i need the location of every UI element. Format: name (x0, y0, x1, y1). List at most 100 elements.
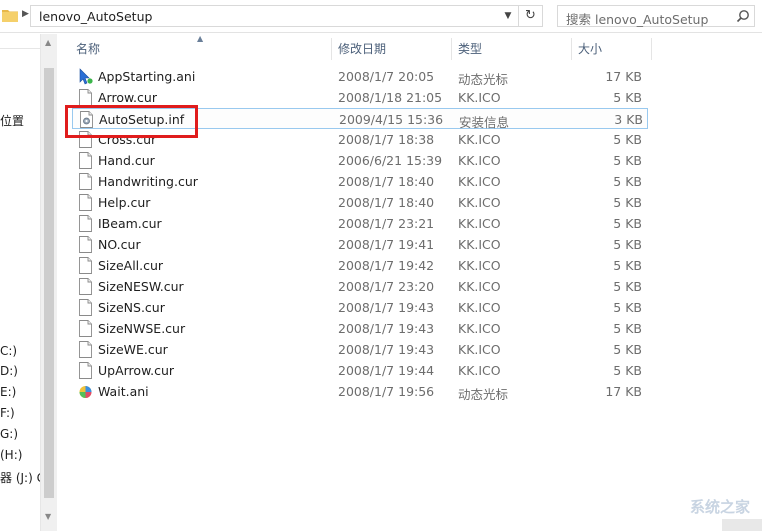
file-type: 动态光标 (458, 72, 509, 87)
navigation-pane: 位置 C:) D:) E:) F:) G:) (H:) 器 (J:) G (0, 34, 44, 531)
file-row[interactable]: NO.cur 2008/1/7 19:41 KK.ICO 5 KB (72, 234, 648, 255)
address-path: lenovo_AutoSetup (39, 9, 153, 24)
file-type: KK.ICO (458, 279, 501, 294)
file-type: KK.ICO (458, 300, 501, 315)
search-placeholder: 搜索 lenovo_AutoSetup (566, 12, 709, 27)
file-type: KK.ICO (458, 153, 501, 168)
file-name: Wait.ani (98, 384, 149, 399)
nav-item-drive-e[interactable]: E:) (0, 385, 16, 399)
file-icon (78, 215, 93, 232)
file-icon (78, 152, 93, 169)
column-header-name[interactable]: 名称 (70, 38, 332, 60)
scroll-down-icon[interactable]: ▼ (45, 512, 51, 521)
file-row[interactable]: SizeWE.cur 2008/1/7 19:43 KK.ICO 5 KB (72, 339, 648, 360)
scroll-up-icon[interactable]: ▲ (45, 38, 51, 47)
file-size: 5 KB (613, 237, 642, 252)
address-history-dropdown[interactable]: ▼ (496, 5, 520, 27)
animated-cursor-icon (78, 68, 93, 85)
nav-scroll-thumb[interactable] (44, 68, 54, 498)
file-type: KK.ICO (458, 174, 501, 189)
file-type: KK.ICO (458, 132, 501, 147)
file-modified-date: 2008/1/7 20:05 (338, 69, 435, 84)
file-size: 17 KB (605, 69, 642, 84)
file-name: IBeam.cur (98, 216, 162, 231)
file-modified-date: 2008/1/7 23:21 (338, 216, 435, 231)
file-type: KK.ICO (458, 195, 501, 210)
file-size: 5 KB (613, 132, 642, 147)
search-input[interactable]: 搜索 lenovo_AutoSetup (557, 5, 755, 27)
file-size: 5 KB (613, 363, 642, 378)
file-row[interactable]: SizeNS.cur 2008/1/7 19:43 KK.ICO 5 KB (72, 297, 648, 318)
column-header-type[interactable]: 类型 (452, 38, 572, 60)
file-icon (78, 257, 93, 274)
nav-divider (0, 48, 40, 49)
file-name: UpArrow.cur (98, 363, 175, 378)
file-row[interactable]: Help.cur 2008/1/7 18:40 KK.ICO 5 KB (72, 192, 648, 213)
file-row[interactable]: UpArrow.cur 2008/1/7 19:44 KK.ICO 5 KB (72, 360, 648, 381)
nav-item-drive-h[interactable]: (H:) (0, 448, 22, 462)
animated-wait-icon (78, 383, 93, 400)
chevron-down-icon: ▼ (504, 11, 512, 21)
file-type: 动态光标 (458, 387, 509, 402)
file-icon (78, 89, 93, 106)
folder-icon (2, 10, 18, 22)
file-size: 5 KB (613, 258, 642, 273)
file-modified-date: 2008/1/7 19:43 (338, 321, 435, 336)
file-name: Handwriting.cur (98, 174, 198, 189)
file-name: NO.cur (98, 237, 141, 252)
file-size: 5 KB (613, 279, 642, 294)
file-modified-date: 2008/1/7 23:20 (338, 279, 435, 294)
file-row[interactable]: IBeam.cur 2008/1/7 23:21 KK.ICO 5 KB (72, 213, 648, 234)
file-row[interactable]: Wait.ani 2008/1/7 19:56 动态光标 17 KB (72, 381, 648, 402)
file-row[interactable]: Hand.cur 2006/6/21 15:39 KK.ICO 5 KB (72, 150, 648, 171)
file-modified-date: 2008/1/7 18:40 (338, 195, 435, 210)
file-size: 5 KB (613, 174, 642, 189)
file-row[interactable]: SizeAll.cur 2008/1/7 19:42 KK.ICO 5 KB (72, 255, 648, 276)
refresh-icon: ↻ (525, 8, 536, 23)
file-icon (78, 278, 93, 295)
file-modified-date: 2006/6/21 15:39 (338, 153, 443, 168)
file-icon (78, 299, 93, 316)
nav-item-drive-d[interactable]: D:) (0, 364, 18, 378)
nav-item-drive-g[interactable]: G:) (0, 427, 18, 441)
file-icon (78, 362, 93, 379)
column-header-date[interactable]: 修改日期 (332, 38, 452, 60)
file-icon (78, 173, 93, 190)
scroll-corner (722, 519, 762, 531)
file-size: 5 KB (613, 216, 642, 231)
chevron-right-icon[interactable]: ▶ (22, 9, 29, 19)
file-size: 3 KB (614, 112, 643, 127)
file-name: Arrow.cur (98, 90, 157, 105)
file-modified-date: 2008/1/18 21:05 (338, 90, 443, 105)
file-name: AppStarting.ani (98, 69, 196, 84)
file-type: KK.ICO (458, 258, 501, 273)
file-modified-date: 2008/1/7 18:40 (338, 174, 435, 189)
address-field[interactable]: lenovo_AutoSetup (30, 5, 517, 27)
column-headers: ▲ 名称 修改日期 类型 大小 (58, 34, 762, 60)
file-modified-date: 2008/1/7 19:41 (338, 237, 435, 252)
nav-item-drive-c[interactable]: C:) (0, 344, 17, 358)
file-modified-date: 2008/1/7 19:42 (338, 258, 435, 273)
search-icon[interactable] (736, 9, 750, 23)
file-modified-date: 2008/1/7 19:44 (338, 363, 435, 378)
file-size: 5 KB (613, 195, 642, 210)
file-icon (78, 320, 93, 337)
file-row[interactable]: SizeNESW.cur 2008/1/7 23:20 KK.ICO 5 KB (72, 276, 648, 297)
file-modified-date: 2008/1/7 18:38 (338, 132, 435, 147)
file-modified-date: 2009/4/15 15:36 (339, 112, 444, 127)
nav-scrollbar[interactable]: ▲ ▼ (40, 34, 57, 531)
file-row[interactable]: Handwriting.cur 2008/1/7 18:40 KK.ICO 5 KB (72, 171, 648, 192)
file-icon (78, 236, 93, 253)
file-type: KK.ICO (458, 216, 501, 231)
nav-item-drive-f[interactable]: F:) (0, 406, 15, 420)
file-size: 5 KB (613, 300, 642, 315)
file-row[interactable]: AppStarting.ani 2008/1/7 20:05 动态光标 17 KB (72, 66, 648, 87)
file-row[interactable]: SizeNWSE.cur 2008/1/7 19:43 KK.ICO 5 KB (72, 318, 648, 339)
nav-item-drive-j[interactable]: 器 (J:) G (0, 469, 44, 486)
nav-item-locations[interactable]: 位置 (0, 112, 24, 129)
annotation-highlight-box (65, 105, 198, 138)
file-name: SizeAll.cur (98, 258, 164, 273)
address-bar-row: ▶ lenovo_AutoSetup ▼ ↻ 搜索 lenovo_AutoSet… (0, 0, 762, 33)
refresh-button[interactable]: ↻ (518, 5, 543, 27)
column-header-size[interactable]: 大小 (572, 38, 652, 60)
